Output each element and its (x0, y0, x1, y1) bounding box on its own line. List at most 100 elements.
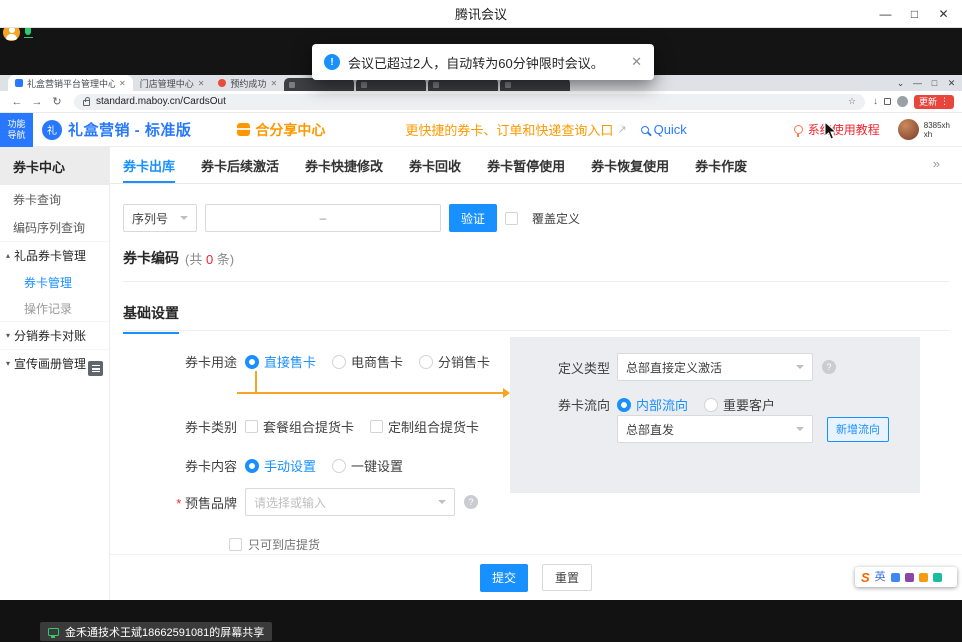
tab-close-icon[interactable]: ✕ (119, 79, 126, 88)
sidebar-collapse-handle[interactable] (88, 361, 103, 376)
close-button[interactable]: ✕ (929, 0, 958, 28)
ime-toolbox-icon[interactable] (919, 573, 928, 582)
tab-card-suspend[interactable]: 券卡暂停使用 (487, 147, 565, 183)
browser-minimize-button[interactable]: — (909, 78, 926, 88)
checkbox-custom-combo-card[interactable]: 定制组合提货卡 (370, 417, 479, 436)
user-name: 8385xh xh (924, 121, 950, 139)
radio-internal-flow[interactable]: 内部流向 (617, 395, 688, 414)
sidebar-item-card-management[interactable]: 券卡管理 (0, 269, 109, 295)
ime-mic-icon[interactable] (891, 573, 900, 582)
submit-button[interactable]: 提交 (480, 564, 528, 592)
screen-share-text: 金禾通技术王斌18662591081的屏幕共享 (65, 624, 264, 640)
toast-message: 会议已超过2人，自动转为60分钟限时会议。 (348, 53, 604, 72)
tab-card-quick-edit[interactable]: 券卡快捷修改 (305, 147, 383, 183)
browser-tab[interactable]: 门店管理中心 ✕ (133, 75, 212, 91)
main-content: 券卡出库 券卡后续激活 券卡快捷修改 券卡回收 券卡暂停使用 券卡恢复使用 券卡… (110, 147, 962, 600)
radio-label: 直接售卡 (264, 352, 316, 371)
presale-brand-select[interactable]: 请选择或输入 (245, 488, 455, 516)
user-profile[interactable]: 8385xh xh (898, 119, 950, 140)
card-category-label: 券卡类别 (110, 417, 237, 436)
sidebar-item-card-query[interactable]: 券卡查询 (0, 185, 109, 213)
ime-keyboard-icon[interactable] (905, 573, 914, 582)
ime-toolbar[interactable]: S 英 (855, 567, 957, 587)
reset-button[interactable]: 重置 (542, 564, 592, 591)
ime-logo-icon[interactable]: S (861, 571, 870, 584)
radio-icon (332, 459, 346, 473)
radio-direct-sale[interactable]: 直接售卡 (245, 352, 316, 371)
radio-distribution-sale[interactable]: 分销售卡 (419, 352, 490, 371)
bookmark-star-icon[interactable]: ☆ (848, 96, 856, 107)
sidebar: 券卡中心 券卡查询 编码序列查询 ▴ 礼品券卡管理 券卡管理 操作记录 ▾ 分销… (0, 147, 110, 600)
serial-type-select[interactable]: 序列号 (123, 204, 197, 232)
tab-card-outbound[interactable]: 券卡出库 (123, 147, 175, 183)
browser-maximize-button[interactable]: □ (926, 78, 943, 88)
tab-card-void[interactable]: 券卡作废 (695, 147, 747, 183)
add-flow-button[interactable]: 新增流向 (827, 417, 889, 442)
tab-card-followup-activation[interactable]: 券卡后续激活 (201, 147, 279, 183)
sidebar-group-gift-card-management[interactable]: ▴ 礼品券卡管理 (0, 241, 109, 269)
card-content-row: 券卡内容 手动设置 一键设置 (110, 456, 403, 475)
tab-basic-settings[interactable]: 基础设置 (123, 303, 179, 334)
flow-select[interactable]: 总部直发 (617, 415, 813, 443)
update-button[interactable]: 更新 ⋮ (914, 95, 954, 109)
radio-important-customer[interactable]: 重要客户 (704, 395, 775, 414)
back-icon[interactable]: ← (8, 96, 26, 108)
help-icon[interactable]: ? (464, 495, 478, 509)
radio-one-click-setup[interactable]: 一键设置 (332, 456, 403, 475)
card-flow-label: 券卡流向 (510, 395, 610, 414)
count-suffix: 条) (213, 252, 234, 267)
quick-entry-label: 更快捷的券卡、订单和快递查询入口 (405, 120, 613, 139)
sidebar-group-distribution-reconciliation[interactable]: ▾ 分销券卡对账 (0, 321, 109, 349)
download-icon[interactable]: ↓ (873, 96, 878, 107)
store-pickup-checkbox[interactable] (229, 538, 242, 551)
browser-tab[interactable]: 预约成功 ✕ (211, 75, 284, 91)
nav-square-line2: 导航 (7, 130, 25, 141)
quick-entry-link[interactable]: 更快捷的券卡、订单和快递查询入口 ↗ (405, 120, 626, 139)
tab-list-icon[interactable]: ⌄ (892, 78, 909, 89)
radio-icon (332, 355, 346, 369)
tab-favicon (361, 82, 367, 88)
sidebar-header: 券卡中心 (0, 147, 109, 185)
address-bar[interactable]: standard.maboy.cn/CardsOut ☆ (74, 94, 865, 110)
tab-card-restore[interactable]: 券卡恢复使用 (591, 147, 669, 183)
sidebar-group-label: 宣传画册管理 (14, 355, 86, 372)
function-nav-button[interactable]: 功能 导航 (0, 113, 33, 147)
maximize-button[interactable]: □ (900, 0, 929, 28)
quick-search-button[interactable]: Quick (641, 122, 687, 137)
caret-down-icon (180, 216, 188, 220)
meeting-title: 腾讯会议 (455, 4, 507, 23)
verify-button[interactable]: 验证 (449, 204, 497, 232)
collapse-chevrons-icon[interactable]: » (933, 156, 940, 171)
radio-ecommerce-sale[interactable]: 电商售卡 (332, 352, 403, 371)
card-usage-options: 直接售卡 电商售卡 分销售卡 (245, 352, 490, 371)
radio-manual-setup[interactable]: 手动设置 (245, 456, 316, 475)
card-code-title: 券卡编码 (123, 248, 179, 268)
refresh-icon[interactable]: ↻ (48, 95, 66, 108)
tab-card-recycle[interactable]: 券卡回收 (409, 147, 461, 183)
tab-close-icon[interactable]: ✕ (198, 79, 205, 88)
share-center-link[interactable]: 合分享中心 (237, 120, 325, 140)
card-code-header: 券卡编码 (共 0 条) (123, 248, 234, 268)
define-type-select[interactable]: 总部直接定义激活 (617, 353, 813, 381)
sidebar-item-code-sequence-query[interactable]: 编码序列查询 (0, 213, 109, 241)
override-checkbox[interactable] (505, 212, 518, 225)
ime-skin-icon[interactable] (933, 573, 942, 582)
profile-icon[interactable] (897, 96, 908, 107)
forward-icon[interactable]: → (28, 96, 46, 108)
toast-close-icon[interactable]: ✕ (631, 54, 642, 70)
radio-icon (617, 398, 631, 412)
help-icon[interactable]: ? (822, 360, 836, 374)
checkbox-package-combo-card[interactable]: 套餐组合提货卡 (245, 417, 354, 436)
ime-language-mode[interactable]: 英 (875, 572, 886, 583)
tutorial-label: 系统使用教程 (808, 121, 880, 138)
card-content-options: 手动设置 一键设置 (245, 456, 403, 475)
serial-range-input[interactable]: – (205, 204, 441, 232)
browser-tab-active[interactable]: 礼盒营销平台管理中心 ✕ (8, 75, 133, 91)
extensions-icon[interactable] (884, 98, 891, 105)
browser-toolbar: ← → ↻ standard.maboy.cn/CardsOut ☆ ↓ 更新 … (0, 91, 962, 113)
tab-close-icon[interactable]: ✕ (270, 79, 277, 88)
gift-icon (237, 123, 250, 136)
sidebar-item-operation-log[interactable]: 操作记录 (0, 295, 109, 321)
browser-close-button[interactable]: ✕ (943, 78, 960, 89)
minimize-button[interactable]: — (871, 0, 900, 28)
